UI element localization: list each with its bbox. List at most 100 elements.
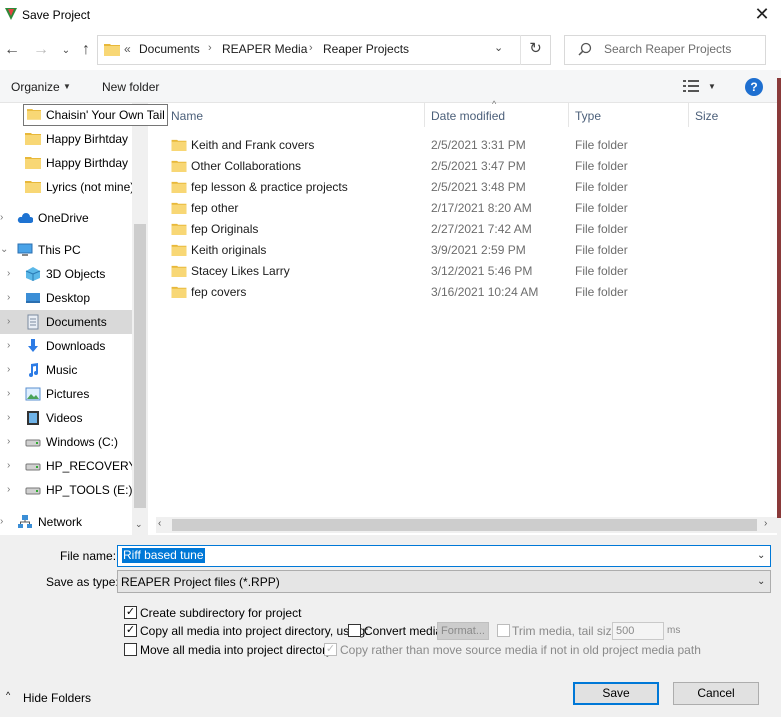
sidebar-item-documents[interactable]: › Documents <box>0 310 132 334</box>
file-row[interactable]: fep covers 3/16/2021 10:24 AM File folder <box>148 281 777 302</box>
file-type: File folder <box>575 180 628 194</box>
sidebar-item-network[interactable]: › Network <box>0 510 132 534</box>
save-as-type-dropdown-icon[interactable]: ⌄ <box>757 576 765 587</box>
chevron-right-icon[interactable]: › <box>7 412 10 423</box>
chevron-right-icon[interactable]: › <box>0 212 3 223</box>
forward-arrow-icon[interactable]: → <box>32 40 50 60</box>
file-name: fep other <box>191 201 239 215</box>
breadcrumb-reaper-media[interactable]: REAPER Media <box>222 42 307 56</box>
address-dropdown-icon[interactable]: ⌄ <box>494 41 503 54</box>
create-subdirectory-label: Create subdirectory for project <box>140 606 302 620</box>
move-media-checkbox[interactable] <box>124 643 137 656</box>
breadcrumb-separator-icon[interactable]: › <box>309 42 313 54</box>
folder-icon <box>25 157 41 169</box>
breadcrumb-reaper-projects[interactable]: Reaper Projects <box>323 42 409 56</box>
chevron-right-icon[interactable]: › <box>0 516 3 527</box>
trim-media-checkbox[interactable] <box>497 624 510 637</box>
file-name-input[interactable] <box>117 545 771 567</box>
recent-locations-chevron-icon[interactable]: ⌄ <box>60 41 72 61</box>
sidebar-item-videos[interactable]: › Videos <box>0 406 132 430</box>
sidebar-item-lyrics-not-mine[interactable]: Lyrics (not mine) <box>0 175 132 199</box>
move-media-label: Move all media into project directory <box>140 643 333 657</box>
sidebar-item-hp-tools-e[interactable]: › HP_TOOLS (E:) <box>0 478 132 502</box>
create-subdirectory-checkbox[interactable]: ✓ <box>124 606 137 619</box>
column-divider[interactable] <box>688 103 689 127</box>
chevron-right-icon[interactable]: › <box>7 340 10 351</box>
chevron-right-icon[interactable]: › <box>7 292 10 303</box>
sidebar-item-label: Documents <box>46 315 107 329</box>
organize-button[interactable]: Organize <box>11 80 60 94</box>
sidebar-item-desktop[interactable]: › Desktop <box>0 286 132 310</box>
sidebar-item-music[interactable]: › Music <box>0 358 132 382</box>
column-header-size[interactable]: Size <box>695 109 718 123</box>
column-header-type[interactable]: Type <box>575 109 601 123</box>
desktop-icon <box>26 293 40 303</box>
format-button[interactable]: Format... <box>437 622 489 640</box>
breadcrumb-separator-icon[interactable]: › <box>208 42 212 54</box>
file-row[interactable]: Stacey Likes Larry 3/12/2021 5:46 PM File … <box>148 260 777 281</box>
file-name-dropdown-icon[interactable]: ⌄ <box>757 550 765 561</box>
chevron-right-icon[interactable]: › <box>7 364 10 375</box>
sidebar-item-happy-birthday[interactable]: Happy Birthday <box>0 151 132 175</box>
file-row[interactable]: Keith originals 3/9/2021 2:59 PM File fold… <box>148 239 777 260</box>
view-options-icon[interactable] <box>683 80 699 92</box>
chevron-right-icon[interactable]: › <box>7 388 10 399</box>
chevron-right-icon[interactable]: › <box>7 316 10 327</box>
up-arrow-icon[interactable]: ↑ <box>77 40 95 60</box>
sidebar-item-label: 3D Objects <box>46 267 106 281</box>
sidebar-item-downloads[interactable]: › Downloads <box>0 334 132 358</box>
caret-down-icon[interactable]: ▼ <box>63 82 71 91</box>
help-icon[interactable]: ? <box>745 78 763 96</box>
copy-rather-checkbox[interactable]: ✓ <box>324 643 337 656</box>
file-row[interactable]: Keith and Frank covers 2/5/2021 3:31 PM Fi… <box>148 134 777 155</box>
scroll-down-icon[interactable]: ⌄ <box>135 519 143 530</box>
chevron-down-icon[interactable]: ⌄ <box>0 244 8 255</box>
sidebar-item-onedrive[interactable]: › OneDrive <box>0 206 132 230</box>
breadcrumb-documents[interactable]: Documents <box>139 42 200 56</box>
sidebar-item-pictures[interactable]: › Pictures <box>0 382 132 406</box>
convert-media-checkbox[interactable] <box>348 624 361 637</box>
breadcrumb-overflow-icon[interactable]: « <box>124 42 131 56</box>
file-row[interactable]: fep lesson & practice projects 2/5/2021 3… <box>148 176 777 197</box>
close-icon[interactable]: ✕ <box>752 4 772 24</box>
sidebar-item-label: Network <box>38 515 83 529</box>
column-header-name[interactable]: Name <box>171 109 203 123</box>
column-header-date-modified[interactable]: Date modified <box>431 109 505 123</box>
cancel-button[interactable]: Cancel <box>673 682 759 705</box>
sidebar-item-hp-recovery[interactable]: › HP_RECOVERY ( <box>0 454 132 478</box>
chevron-up-icon[interactable]: ^ <box>6 690 10 700</box>
column-divider[interactable] <box>568 103 569 127</box>
sidebar-item-3d-objects[interactable]: › 3D Objects <box>0 262 132 286</box>
save-as-type-label: Save as type: <box>46 575 119 589</box>
new-folder-button[interactable]: New folder <box>102 80 159 94</box>
refresh-icon[interactable]: ↻ <box>520 35 550 65</box>
sidebar-item-this-pc[interactable]: ⌄ This PC <box>0 238 132 262</box>
file-row[interactable]: Other Collaborations 2/5/2021 3:47 PM File… <box>148 155 777 176</box>
sidebar-item-windows-c[interactable]: › Windows (C:) <box>0 430 132 454</box>
chevron-right-icon[interactable]: › <box>7 484 10 495</box>
column-divider[interactable] <box>424 103 425 127</box>
folder-tooltip: Chaisin' Your Own Tail <box>23 104 168 126</box>
save-button[interactable]: Save <box>573 682 659 705</box>
sidebar-item-label: OneDrive <box>38 211 89 225</box>
hide-folders-button[interactable]: Hide Folders <box>23 691 91 705</box>
file-date-modified: 2/5/2021 3:47 PM <box>431 159 526 173</box>
file-row[interactable]: fep Originals 2/27/2021 7:42 AM File folde… <box>148 218 777 239</box>
tail-size-input[interactable]: 500 <box>612 622 664 640</box>
scroll-left-icon[interactable]: ‹ <box>158 518 161 529</box>
window-title: Save Project <box>22 8 91 22</box>
chevron-right-icon[interactable]: › <box>7 460 10 471</box>
caret-down-icon[interactable]: ▼ <box>708 82 716 91</box>
chevron-right-icon[interactable]: › <box>7 436 10 447</box>
chevron-right-icon[interactable]: › <box>7 268 10 279</box>
scroll-right-icon[interactable]: › <box>764 518 767 529</box>
horizontal-scrollbar-thumb[interactable] <box>172 519 757 531</box>
file-name-value[interactable]: Riff based tune <box>122 548 205 563</box>
nav-scrollbar-thumb[interactable] <box>134 224 146 508</box>
file-type: File folder <box>575 201 628 215</box>
sidebar-item-happy-birhtday[interactable]: Happy Birhtday <box>0 127 132 151</box>
back-arrow-icon[interactable]: ← <box>3 40 21 60</box>
file-row[interactable]: fep other 2/17/2021 8:20 AM File folder <box>148 197 777 218</box>
copy-media-checkbox[interactable]: ✓ <box>124 624 137 637</box>
save-as-type-value[interactable]: REAPER Project files (*.RPP) <box>121 575 280 589</box>
